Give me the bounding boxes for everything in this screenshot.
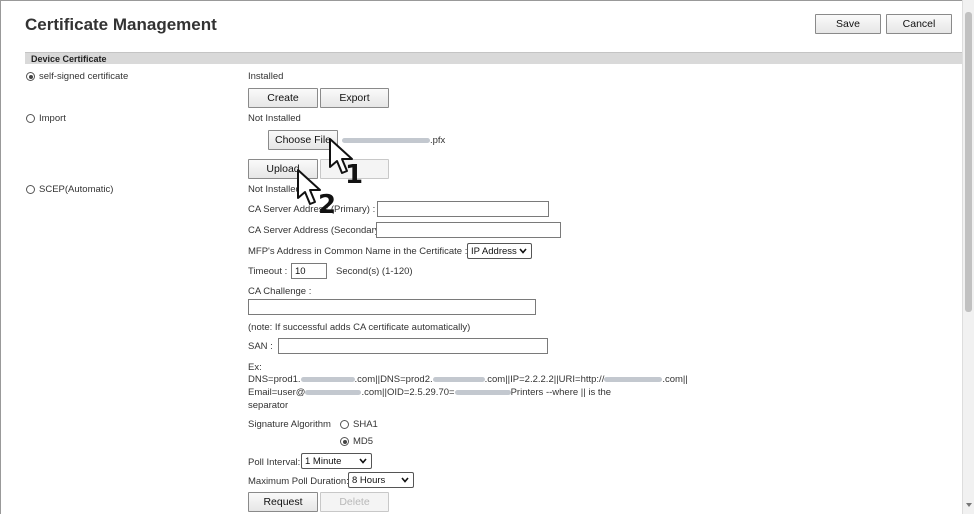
scrollbar-thumb[interactable] (965, 12, 972, 312)
example-text: .com||IP=2.2.2.2||URI=http:// (484, 374, 605, 385)
redacted-domain (454, 389, 511, 395)
section-header: Device Certificate (25, 52, 962, 64)
mfp-address-label: MFP's Address in Common Name in the Cert… (248, 246, 468, 257)
request-button[interactable]: Request (248, 492, 318, 512)
poll-interval-select[interactable]: 1 Minute (301, 453, 372, 469)
example-text: .com||DNS=prod2. (354, 374, 433, 385)
export-button[interactable]: Export (320, 88, 389, 108)
save-button[interactable]: Save (815, 14, 881, 34)
import-status: Not Installed (248, 113, 301, 124)
ca-primary-input[interactable] (377, 201, 549, 217)
mfp-address-value: IP Address (471, 245, 517, 257)
max-poll-duration-value: 8 Hours (352, 474, 386, 486)
sha1-label: SHA1 (353, 419, 378, 430)
timeout-label: Timeout : (248, 266, 288, 277)
chevron-down-icon (519, 248, 527, 254)
ca-challenge-input[interactable] (248, 299, 536, 315)
redacted-domain (300, 376, 355, 382)
chevron-down-icon (401, 477, 409, 483)
self-signed-label: self-signed certificate (39, 71, 129, 82)
example-label: Ex: (248, 362, 262, 373)
max-poll-duration-select[interactable]: 8 Hours (348, 472, 414, 488)
import-label: Import (39, 113, 66, 124)
page-title: Certificate Management (25, 15, 217, 34)
redacted-domain (604, 376, 663, 382)
poll-interval-label: Poll Interval: (248, 457, 301, 468)
step-number-2: 2 (318, 190, 337, 220)
cancel-button[interactable]: Cancel (886, 14, 952, 34)
signature-algorithm-label: Signature Algorithm (248, 419, 331, 430)
timeout-input[interactable] (291, 263, 327, 279)
import-radio[interactable] (26, 114, 35, 123)
sha1-radio[interactable] (340, 420, 349, 429)
scroll-down-arrow-icon[interactable] (966, 503, 972, 507)
example-line-1: DNS=prod1. .com||DNS=prod2. .com||IP=2.2.2… (248, 374, 688, 385)
chevron-down-icon (359, 458, 367, 464)
scep-label: SCEP(Automatic) (39, 184, 114, 195)
example-line-2: Email=user@ .com||OID=2.5.29.70= Printers … (248, 387, 611, 398)
max-poll-duration-label: Maximum Poll Duration: (248, 476, 349, 487)
ca-challenge-label: CA Challenge : (248, 286, 312, 297)
ca-secondary-label: CA Server Address (Secondary) : (248, 225, 388, 236)
self-signed-status: Installed (248, 71, 284, 82)
scep-radio[interactable] (26, 185, 35, 194)
redacted-domain (305, 389, 362, 395)
step-number-1: 1 (345, 160, 364, 190)
poll-interval-value: 1 Minute (305, 455, 342, 467)
timeout-unit: Second(s) (1-120) (336, 266, 413, 277)
create-button[interactable]: Create (248, 88, 318, 108)
self-signed-radio[interactable] (26, 72, 35, 81)
md5-label: MD5 (353, 436, 374, 447)
san-input[interactable] (278, 338, 548, 354)
example-text: .com|| (662, 374, 688, 385)
md5-radio[interactable] (340, 437, 349, 446)
example-line-3: separator (248, 400, 289, 411)
scep-status: Not Installed (248, 184, 301, 195)
example-text: DNS=prod1. (248, 374, 301, 385)
example-text: Email=user@ (248, 387, 306, 398)
file-extension: .pfx (430, 135, 446, 146)
example-text: Printers --where || is the (510, 387, 612, 398)
mfp-address-select[interactable]: IP Address (467, 243, 532, 259)
example-text: .com||OID=2.5.29.70= (361, 387, 455, 398)
delete-button: Delete (320, 492, 389, 512)
vertical-scrollbar[interactable] (962, 0, 974, 514)
ca-secondary-input[interactable] (376, 222, 561, 238)
note-text: (note: If successful adds CA certificate… (248, 322, 471, 333)
san-label: SAN : (248, 341, 273, 352)
redacted-domain (432, 376, 485, 382)
